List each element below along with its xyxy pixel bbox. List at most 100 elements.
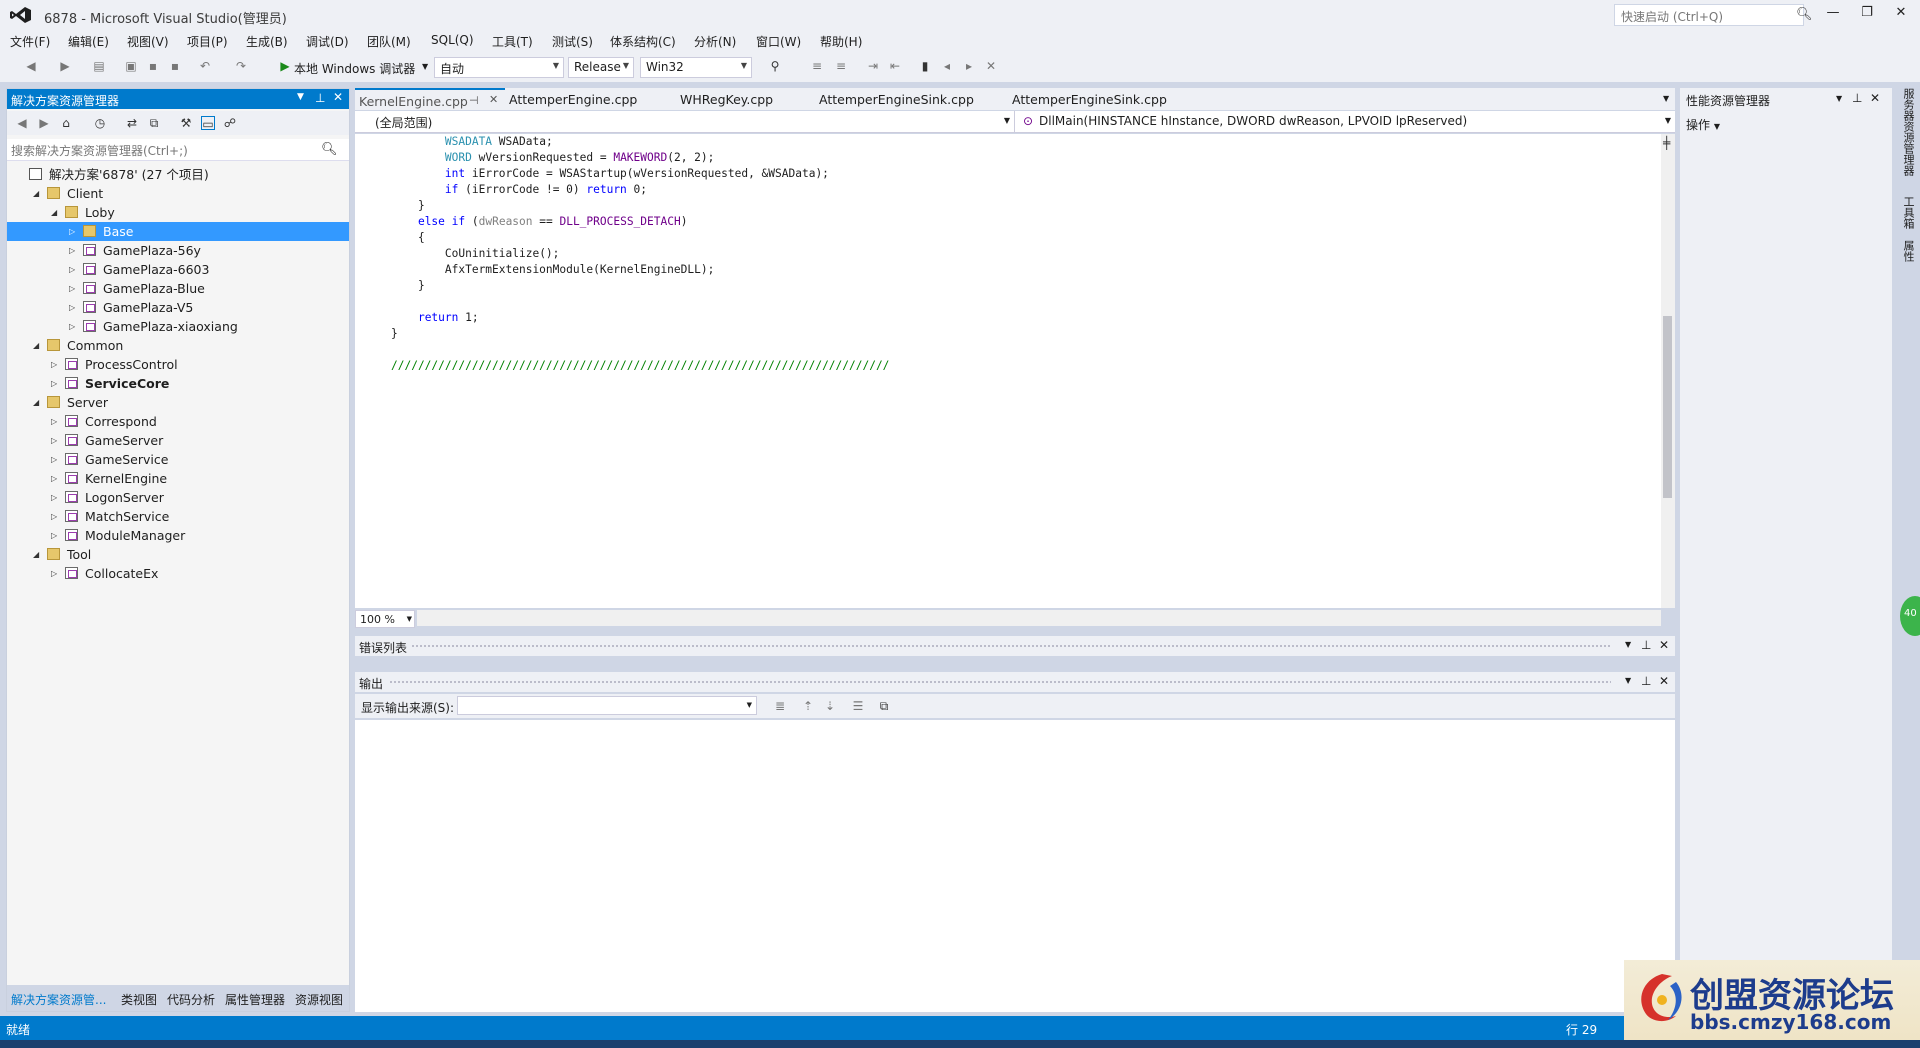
tab-properties[interactable]: 属性 [1896, 240, 1916, 262]
find-icon[interactable]: ⚲ [768, 59, 782, 73]
menu-project[interactable]: 项目(P) [187, 33, 228, 50]
tree-item[interactable]: ▷ LogonServer [7, 488, 349, 507]
collapsed-arrow-icon[interactable]: ▷ [51, 488, 61, 507]
clear-bookmarks-icon[interactable]: ✕ [984, 59, 998, 73]
tab-property-manager[interactable]: 属性管理器 [225, 991, 285, 1008]
tree-item[interactable]: ▷ ProcessControl [7, 355, 349, 374]
menu-help[interactable]: 帮助(H) [820, 33, 862, 50]
menu-file[interactable]: 文件(F) [10, 33, 50, 50]
restore-button[interactable]: ❐ [1854, 5, 1880, 23]
solution-search-input[interactable]: 搜索解决方案资源管理器(Ctrl+;) [7, 139, 349, 161]
start-debugging-icon[interactable]: ▶ [278, 59, 292, 73]
minimize-button[interactable]: — [1820, 5, 1846, 23]
menu-team[interactable]: 团队(M) [367, 33, 411, 50]
scope-combo[interactable]: (全局范围) ▼ [355, 111, 1015, 132]
split-icon[interactable]: ╪ [1663, 136, 1670, 150]
configuration-combo[interactable]: Release ▼ [568, 57, 634, 78]
tree-item[interactable]: ▷ GameServer [7, 431, 349, 450]
chevron-down-icon[interactable]: ▼ [1625, 676, 1631, 685]
tab-server-explorer[interactable]: 服务器资源管理器 [1896, 88, 1916, 176]
undo-icon[interactable]: ↶ [198, 59, 212, 73]
tree-item[interactable]: ▷ MatchService [7, 507, 349, 526]
tab-attemperengine-cpp[interactable]: AttemperEngine.cpp [505, 88, 641, 110]
tree-item[interactable]: ◢ Client [7, 184, 349, 203]
find-message-icon[interactable]: ≣ [773, 699, 787, 713]
properties-icon[interactable]: ⚒ [179, 116, 193, 130]
tree-item[interactable]: ◢ Loby [7, 203, 349, 222]
menu-architecture[interactable]: 体系结构(C) [610, 33, 676, 50]
tab-code-analysis[interactable]: 代码分析 [167, 991, 215, 1008]
menu-tools[interactable]: 工具(T) [492, 33, 533, 50]
tab-resource-view[interactable]: 资源视图 [295, 991, 343, 1008]
chevron-down-icon[interactable]: ▼ [1663, 94, 1669, 103]
collapsed-arrow-icon[interactable]: ▷ [51, 564, 61, 583]
history-icon[interactable]: ◷ [93, 116, 107, 130]
prev-message-icon[interactable]: ⇡ [801, 699, 815, 713]
tab-attemperenginesink-cpp[interactable]: AttemperEngineSink.cpp [815, 88, 978, 110]
collapsed-arrow-icon[interactable]: ▷ [51, 412, 61, 431]
tree-item[interactable]: ▷ CollocateEx [7, 564, 349, 583]
clear-all-icon[interactable]: ☰ [851, 699, 865, 713]
save-icon[interactable]: ▪ [146, 59, 160, 73]
collapsed-arrow-icon[interactable]: ▷ [51, 469, 61, 488]
tree-item[interactable]: ▷ GameService [7, 450, 349, 469]
code-editor[interactable]: WSADATA WSAData; WORD wVersionRequested … [355, 134, 1675, 628]
floating-badge[interactable]: 40 [1900, 596, 1920, 636]
pin-icon[interactable]: ⊥ [1641, 638, 1651, 652]
member-combo[interactable]: ⊙ DllMain(HINSTANCE hInstance, DWORD dwR… [1019, 111, 1675, 132]
drag-grip[interactable] [411, 644, 1611, 648]
tree-item[interactable]: ◢ Common [7, 336, 349, 355]
tree-item[interactable]: ▷ GamePlaza-Blue [7, 279, 349, 298]
close-icon[interactable]: ✕ [1659, 674, 1669, 688]
prev-bookmark-icon[interactable]: ◂ [940, 59, 954, 73]
horizontal-scrollbar[interactable] [417, 610, 1661, 626]
back-icon[interactable]: ◀ [15, 116, 29, 130]
tree-item[interactable]: ▷ ServiceCore [7, 374, 349, 393]
outdent-icon[interactable]: ⇤ [888, 59, 902, 73]
menu-sql[interactable]: SQL(Q) [431, 33, 474, 47]
collapsed-arrow-icon[interactable]: ▷ [51, 355, 61, 374]
next-message-icon[interactable]: ⇣ [823, 699, 837, 713]
tab-kernelengine-cpp[interactable]: KernelEngine.cpp ⊣ ✕ [355, 88, 505, 110]
tree-item[interactable]: 解决方案'6878' (27 个项目) [7, 165, 349, 184]
collapsed-arrow-icon[interactable]: ▷ [51, 431, 61, 450]
collapse-all-icon[interactable]: ⧉ [147, 116, 161, 130]
vertical-scrollbar[interactable]: ╪ [1661, 134, 1675, 608]
debugger-label[interactable]: 本地 Windows 调试器 [294, 60, 415, 77]
menu-debug[interactable]: 调试(D) [306, 33, 349, 50]
mode-combo[interactable]: 自动 ▼ [434, 57, 564, 78]
save-all-icon[interactable]: ▪ [168, 59, 182, 73]
bookmark-icon[interactable]: ▮ [918, 59, 932, 73]
collapsed-arrow-icon[interactable]: ▷ [69, 241, 79, 260]
pin-icon[interactable]: ⊥ [1852, 91, 1862, 105]
code-text[interactable]: WSADATA WSAData; WORD wVersionRequested … [391, 134, 889, 374]
collapsed-arrow-icon[interactable]: ▷ [51, 450, 61, 469]
expanded-arrow-icon[interactable]: ◢ [33, 393, 43, 412]
drag-grip[interactable] [389, 680, 1611, 684]
close-icon[interactable]: ✕ [1870, 91, 1880, 105]
indent-icon[interactable]: ⇥ [866, 59, 880, 73]
actions-menu[interactable]: 操作 ▼ [1686, 116, 1720, 133]
comment-icon[interactable]: ≡ [810, 59, 824, 73]
show-all-files-icon[interactable]: ▭ [201, 116, 215, 131]
back-icon[interactable]: ◀ [24, 59, 38, 73]
tab-class-view[interactable]: 类视图 [121, 991, 157, 1008]
collapsed-arrow-icon[interactable]: ▷ [69, 317, 79, 336]
collapsed-arrow-icon[interactable]: ▷ [51, 526, 61, 545]
tab-toolbox[interactable]: 工具箱 [1896, 196, 1916, 229]
expanded-arrow-icon[interactable]: ◢ [33, 336, 43, 355]
forward-icon[interactable]: ▶ [37, 116, 51, 130]
search-icon[interactable]: 🔍︎ [1796, 7, 1813, 22]
redo-icon[interactable]: ↷ [234, 59, 248, 73]
tab-whregkey-cpp[interactable]: WHRegKey.cpp [676, 88, 777, 110]
menu-view[interactable]: 视图(V) [127, 33, 169, 50]
tree-item[interactable]: ▷ GamePlaza-56y [7, 241, 349, 260]
tree-item[interactable]: ▷ KernelEngine [7, 469, 349, 488]
sync-icon[interactable]: ⇄ [125, 116, 139, 130]
output-pane[interactable] [355, 720, 1675, 1012]
menu-window[interactable]: 窗口(W) [756, 33, 801, 50]
collapsed-arrow-icon[interactable]: ▷ [51, 507, 61, 526]
class-diagram-icon[interactable]: ☍ [223, 116, 237, 130]
collapsed-arrow-icon[interactable]: ▷ [69, 222, 79, 241]
collapsed-arrow-icon[interactable]: ▷ [69, 279, 79, 298]
